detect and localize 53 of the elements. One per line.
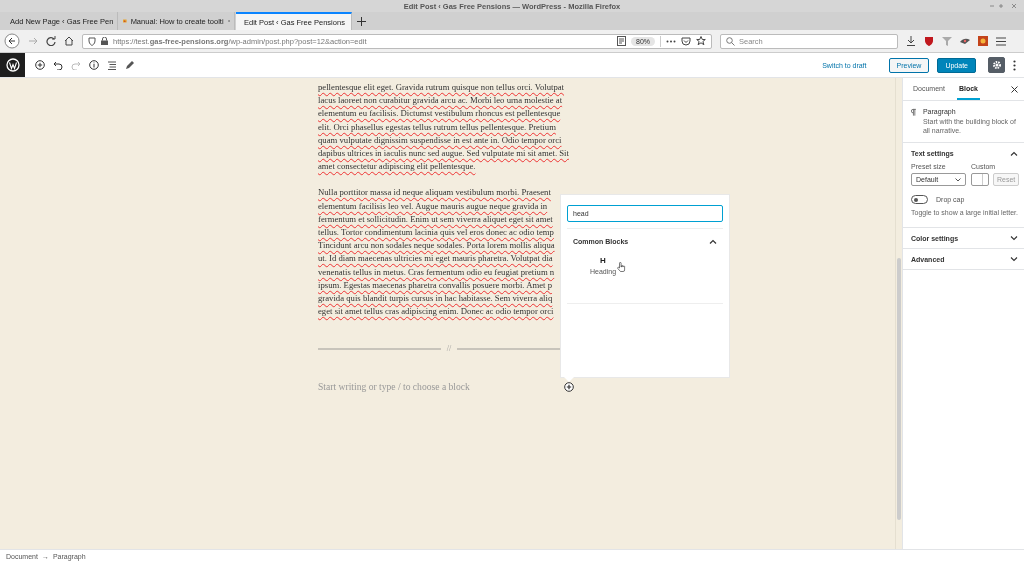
paragraph-line: quam vulputate dignissim suspendisse in est ante in. Odio tempor orci: [318, 133, 562, 147]
paragraph-line: venenatis tellus in metus. Cras fermentum odio eu feugiat pretium n: [318, 265, 555, 279]
lock-icon: [101, 37, 108, 45]
paragraph-line: Nulla porttitor massa id neque aliquam vestibulum morbi. Praesent: [318, 186, 551, 200]
extension-icon[interactable]: [978, 36, 988, 46]
paragraph-line: eget sit amet tellus cras adipiscing enim. Donec ac odio tempor orci: [318, 305, 554, 319]
paragraph-line: amet consectetur adipiscing elit pellentesque.: [318, 160, 476, 174]
caret-icon: [955, 177, 961, 182]
paragraph-line: gravida quis blandit turpis cursus in hac habitasse. Sem viverra aliq: [318, 292, 553, 306]
custom-size-field[interactable]: [971, 173, 989, 186]
eye-extension-icon[interactable]: [960, 37, 970, 45]
paragraph-line: fermentum et sollicitudin. Enim ut sem viverra aliquet eget sit amet: [318, 212, 553, 226]
chevron-icon[interactable]: [1010, 150, 1018, 156]
undo-icon[interactable]: [53, 60, 63, 70]
paragraph-line: lacus laoreet non curabitur gravida arcu ac. Morbi leo urna molestie at: [318, 94, 563, 108]
pilcrow-icon: [911, 108, 916, 117]
paragraph-line: Tincidunt arcu non sodales neque sodales. Porta lorem mollis aliqua: [318, 239, 555, 253]
search-icon: [726, 36, 735, 46]
home-icon[interactable]: [64, 36, 74, 46]
add-block-icon[interactable]: [35, 60, 45, 70]
chevron-icon[interactable]: [1010, 256, 1018, 262]
new-tab-icon[interactable]: [357, 16, 366, 26]
paragraph-line: elit. Orci phasellus egestas tellus rutrum tellus pellentesque. Pretium: [318, 120, 556, 134]
back-icon[interactable]: [4, 33, 20, 49]
pencil-icon[interactable]: [125, 60, 135, 70]
close-icon[interactable]: [1011, 85, 1018, 93]
hand-cursor-icon: [617, 262, 626, 272]
chevron-icon[interactable]: [1010, 235, 1018, 241]
more-icon[interactable]: [666, 39, 676, 43]
paragraph-line: ipsum. Egestas maecenas pharetra convallis posuere morbi. Amet p: [318, 278, 552, 292]
chevron-icon[interactable]: [709, 239, 717, 244]
settings-button[interactable]: [988, 57, 1005, 73]
reader-view-icon[interactable]: [617, 36, 626, 46]
paragraph-line: pellentesque elit eget. Gravida rutrum quisque non tellus orci. Volutpat: [318, 81, 564, 94]
list-icon[interactable]: [107, 60, 117, 70]
pocket-icon[interactable]: [681, 36, 691, 46]
paragraph-line: elementum facilisis leo vel. Augue mauris augue neque gravida in: [318, 199, 548, 213]
star-icon[interactable]: [696, 36, 706, 46]
reload-icon[interactable]: [46, 36, 56, 46]
menu-icon[interactable]: [996, 36, 1006, 46]
paragraph-line: ut. Id diam maecenas ultricies mi eget mauris pharetra. Volutpat dia: [318, 252, 553, 266]
wordpress-logo[interactable]: [0, 53, 25, 77]
download-icon[interactable]: [906, 36, 916, 46]
site-icon: [123, 17, 127, 25]
more-options-icon[interactable]: [1013, 59, 1016, 71]
paragraph-line: tellus. Tortor condimentum lacinia quis vel eros donec ac odio temp: [318, 226, 554, 240]
gear-icon: [991, 60, 1002, 70]
paragraph-line: dapibus ultrices in iaculis nunc sed augue. Sed vulputate mi sit amet. Sit: [318, 147, 569, 160]
shield-icon: [88, 36, 96, 46]
info-icon[interactable]: [89, 60, 99, 70]
shield-extension-icon[interactable]: [924, 36, 934, 46]
separator-mark: //: [446, 344, 452, 354]
paragraph-line: elementum eu facilisis. Dictumst vestibulum rhoncus est pellentesque: [318, 107, 561, 121]
